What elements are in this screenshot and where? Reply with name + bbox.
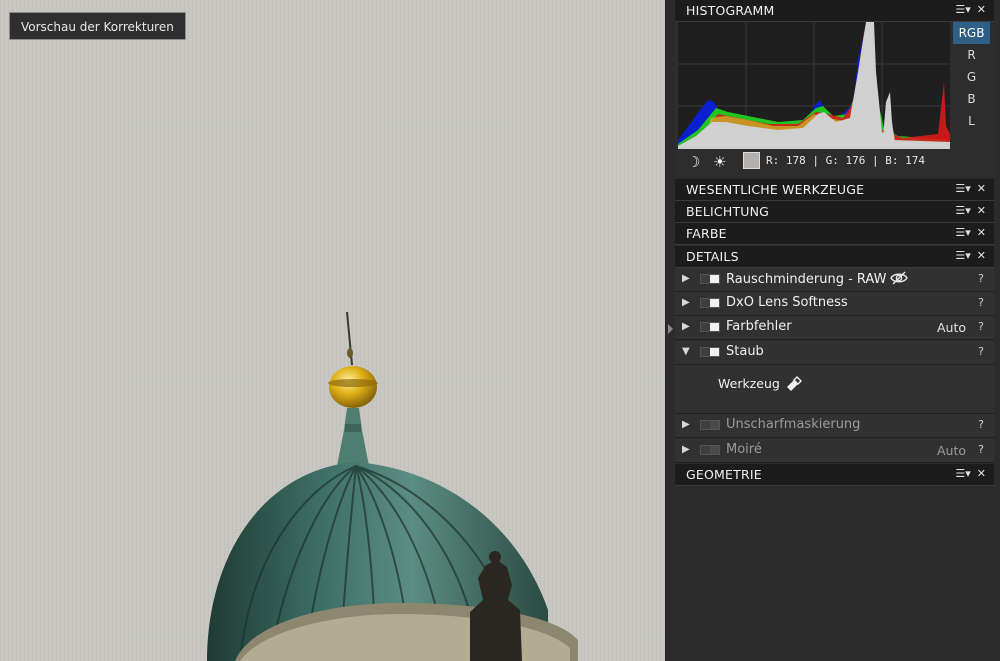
tool-noise-reduction[interactable]: ▶ Rauschminderung - RAW ? (675, 268, 994, 292)
tool-label: DxO Lens Softness (726, 295, 848, 310)
color-swatch (743, 152, 760, 169)
tool-lens-softness[interactable]: ▶ DxO Lens Softness ? (675, 292, 994, 316)
histogram-plot (678, 22, 950, 149)
expand-arrow-icon[interactable]: ▶ (682, 297, 690, 308)
tool-dust[interactable]: ▼ Staub ? (675, 341, 994, 365)
pane-controls: ☰▾ ✕ (955, 204, 986, 217)
pane-menu-icon[interactable]: ☰▾ (955, 226, 970, 239)
section-details[interactable]: DETAILS ☰▾ ✕ (675, 246, 994, 268)
tool-moire[interactable]: ▶ Moiré Auto ? (675, 439, 994, 463)
close-icon[interactable]: ✕ (977, 182, 986, 195)
section-title: GEOMETRIE (686, 467, 762, 482)
tool-chromatic-aberration[interactable]: ▶ Farbfehler Auto ? (675, 316, 994, 340)
help-icon[interactable]: ? (978, 418, 984, 431)
pane-menu-icon[interactable]: ☰▾ (955, 467, 970, 480)
channel-selector: RGB R G B L (953, 22, 990, 132)
tool-toggle[interactable] (700, 298, 720, 308)
tool-picker-label: Werkzeug (718, 376, 780, 391)
expand-arrow-icon[interactable]: ▶ (682, 419, 690, 430)
help-icon[interactable]: ? (978, 443, 984, 456)
tool-toggle[interactable] (700, 347, 720, 357)
close-icon[interactable]: ✕ (977, 226, 986, 239)
close-icon[interactable]: ✕ (977, 204, 986, 217)
pane-controls: ☰▾ ✕ (955, 3, 986, 16)
photo-dome (207, 311, 578, 661)
expand-arrow-icon[interactable]: ▶ (682, 321, 690, 332)
collapse-arrow-icon[interactable] (668, 324, 673, 334)
pane-controls: ☰▾ ✕ (955, 467, 986, 480)
image-viewer[interactable]: Vorschau der Korrekturen (0, 0, 665, 661)
moon-icon[interactable]: ☽ (687, 153, 700, 171)
tool-panel: HISTOGRAMM ☰▾ ✕ RGB R G B L ☽ ☀ R: 178 |… (675, 0, 994, 661)
expand-arrow-icon[interactable]: ▶ (682, 273, 690, 284)
rgb-readout: R: 178 | G: 176 | B: 174 (766, 154, 925, 167)
pane-controls: ☰▾ ✕ (955, 226, 986, 239)
section-title: BELICHTUNG (686, 204, 770, 219)
tool-label: Staub (726, 344, 764, 359)
tool-mode: Auto (936, 443, 966, 458)
window-edge (994, 0, 1000, 661)
tool-toggle[interactable] (700, 420, 720, 430)
pane-controls: ☰▾ ✕ (955, 182, 986, 195)
tool-label: Farbfehler (726, 319, 792, 334)
tool-label: Moiré (726, 442, 762, 457)
pane-menu-icon[interactable]: ☰▾ (955, 204, 970, 217)
section-title: WESENTLICHE WERKZEUGE (686, 182, 865, 197)
section-exposure[interactable]: BELICHTUNG ☰▾ ✕ (675, 201, 994, 223)
help-icon[interactable]: ? (978, 320, 984, 333)
section-color[interactable]: FARBE ☰▾ ✕ (675, 223, 994, 245)
tool-label: Rauschminderung - RAW (726, 271, 909, 287)
histogram-header[interactable]: HISTOGRAMM ☰▾ ✕ (675, 0, 994, 22)
sun-icon[interactable]: ☀ (713, 153, 726, 171)
channel-l[interactable]: L (953, 110, 990, 132)
pane-menu-icon[interactable]: ☰▾ (955, 182, 970, 195)
pane-menu-icon[interactable]: ☰▾ (955, 3, 970, 16)
tool-mode: Auto (936, 320, 966, 335)
collapse-arrow-icon[interactable]: ▼ (682, 346, 690, 357)
section-title: DETAILS (686, 249, 739, 264)
pane-controls: ☰▾ ✕ (955, 249, 986, 262)
expand-arrow-icon[interactable]: ▶ (682, 444, 690, 455)
help-icon[interactable]: ? (978, 272, 984, 285)
section-essentials[interactable]: WESENTLICHE WERKZEUGE ☰▾ ✕ (675, 179, 994, 201)
section-geometry[interactable]: GEOMETRIE ☰▾ ✕ (675, 464, 994, 486)
tool-toggle[interactable] (700, 274, 720, 284)
channel-r[interactable]: R (953, 44, 990, 66)
channel-rgb[interactable]: RGB (953, 22, 990, 44)
section-title: FARBE (686, 226, 727, 241)
tool-toggle[interactable] (700, 322, 720, 332)
close-icon[interactable]: ✕ (977, 3, 986, 16)
histogram-graph (678, 22, 950, 149)
panel-splitter[interactable] (665, 0, 675, 661)
histogram-title: HISTOGRAMM (686, 3, 775, 18)
histogram-footer: ☽ ☀ R: 178 | G: 176 | B: 174 (675, 150, 994, 176)
tool-toggle[interactable] (700, 445, 720, 455)
tool-unsharp-mask[interactable]: ▶ Unscharfmaskierung ? (675, 414, 994, 438)
help-icon[interactable]: ? (978, 296, 984, 309)
preview-corrections-button[interactable]: Vorschau der Korrekturen (9, 12, 186, 40)
channel-b[interactable]: B (953, 88, 990, 110)
pane-menu-icon[interactable]: ☰▾ (955, 249, 970, 262)
eraser-icon[interactable] (785, 376, 803, 392)
close-icon[interactable]: ✕ (977, 249, 986, 262)
histogram-body: RGB R G B L ☽ ☀ R: 178 | G: 176 | B: 174 (675, 22, 994, 177)
panel-empty-area (675, 486, 994, 661)
close-icon[interactable]: ✕ (977, 467, 986, 480)
dust-tool-body: Werkzeug (675, 365, 994, 414)
help-icon[interactable]: ? (978, 345, 984, 358)
tool-label: Unscharfmaskierung (726, 417, 861, 432)
channel-g[interactable]: G (953, 66, 990, 88)
eye-hidden-icon[interactable] (890, 271, 909, 285)
